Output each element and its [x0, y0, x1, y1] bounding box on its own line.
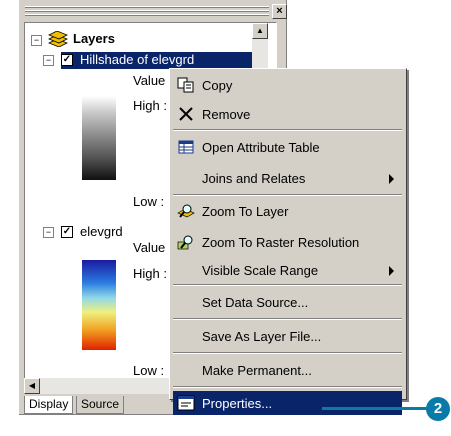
zoom-raster-icon — [177, 235, 193, 250]
hillshade-low-label: Low : — [133, 194, 165, 209]
elevgrd-legend-ramp — [82, 260, 116, 350]
menu-item-label: Zoom To Layer — [202, 204, 289, 219]
menu-separator — [173, 352, 402, 354]
menu-item-label: Save As Layer File... — [202, 329, 322, 344]
elevgrd-low-label: Low : — [133, 363, 165, 378]
scroll-up-button[interactable]: ▲ — [252, 23, 268, 39]
menu-item-zoom-to-layer[interactable]: Zoom To Layer — [173, 198, 402, 224]
menu-item-joins-and-relates[interactable]: Joins and Relates — [173, 165, 402, 191]
menu-separator — [173, 318, 402, 320]
hillshade-layer-name[interactable]: Hillshade of elevgrd — [80, 52, 194, 67]
menu-item-label: Set Data Source... — [202, 295, 309, 310]
collapse-elevgrd-icon[interactable]: − — [43, 227, 54, 238]
collapse-hillshade-icon[interactable]: − — [43, 55, 54, 66]
menu-separator — [173, 129, 402, 131]
menu-separator — [173, 194, 402, 196]
menu-item-remove[interactable]: Remove — [173, 101, 402, 127]
menu-item-zoom-to-raster-resolution[interactable]: Zoom To Raster Resolution — [173, 229, 402, 255]
menu-separator — [173, 386, 402, 388]
menu-separator — [173, 284, 402, 286]
elevgrd-value-label: Value — [133, 240, 166, 255]
menu-item-properties[interactable]: Properties... — [173, 391, 402, 415]
menu-item-save-as-layer-file[interactable]: Save As Layer File... — [173, 323, 402, 349]
menu-item-copy[interactable]: Copy — [173, 72, 402, 98]
layer-context-menu: Copy Remove Open Attribute Table Joins a… — [169, 68, 407, 415]
hillshade-visibility-checkbox[interactable]: ✓ — [61, 54, 73, 66]
menu-item-visible-scale-range[interactable]: Visible Scale Range — [173, 257, 402, 283]
hillshade-high-label: High : — [133, 98, 167, 113]
elevgrd-high-label: High : — [133, 266, 167, 281]
collapse-layers-icon[interactable]: − — [31, 35, 42, 46]
elevgrd-layer-name[interactable]: elevgrd — [80, 224, 123, 239]
window-grip[interactable] — [25, 6, 269, 18]
menu-item-make-permanent[interactable]: Make Permanent... — [173, 357, 402, 383]
menu-item-label: Properties... — [202, 396, 273, 411]
menu-item-label: Make Permanent... — [202, 363, 312, 378]
menu-item-open-attribute-table[interactable]: Open Attribute Table — [173, 134, 402, 160]
layers-root-label[interactable]: Layers — [73, 31, 115, 46]
menu-item-label: Joins and Relates — [202, 171, 306, 186]
layers-icon — [48, 31, 68, 47]
left-arrow-icon: ◀ — [28, 381, 36, 390]
remove-icon — [179, 107, 193, 121]
submenu-arrow-icon — [389, 266, 394, 276]
menu-item-label: Open Attribute Table — [202, 140, 320, 155]
hillshade-legend-ramp — [82, 96, 116, 180]
menu-item-label: Copy — [202, 78, 233, 93]
hillshade-value-label: Value — [133, 73, 166, 88]
callout-leader-line — [322, 407, 428, 410]
elevgrd-visibility-checkbox[interactable]: ✓ — [61, 226, 73, 238]
close-icon: × — [276, 5, 283, 17]
menu-item-label: Remove — [202, 107, 251, 122]
menu-item-label: Zoom To Raster Resolution — [202, 235, 360, 250]
submenu-arrow-icon — [389, 174, 394, 184]
zoom-layer-icon — [177, 204, 195, 218]
table-icon — [178, 140, 194, 154]
menu-item-label: Visible Scale Range — [202, 263, 319, 278]
copy-icon — [177, 77, 194, 93]
menu-item-set-data-source[interactable]: Set Data Source... — [173, 289, 402, 315]
properties-icon — [177, 395, 195, 411]
tab-display[interactable]: Display — [24, 396, 74, 414]
close-button[interactable]: × — [272, 4, 287, 19]
step-callout-badge: 2 — [426, 397, 450, 421]
up-arrow-icon: ▲ — [256, 26, 264, 35]
tab-source[interactable]: Source — [76, 396, 125, 414]
scroll-left-button[interactable]: ◀ — [24, 378, 40, 394]
